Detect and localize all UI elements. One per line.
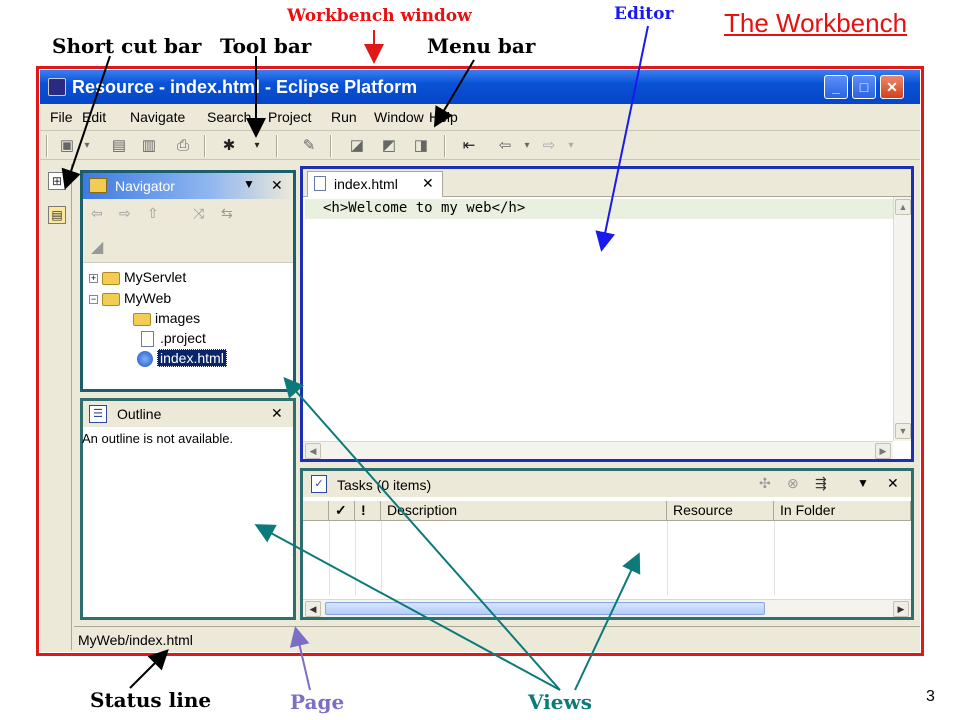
arrow-editor bbox=[595, 25, 649, 252]
arrow-shortcut-bar bbox=[61, 55, 111, 190]
arrow-page bbox=[289, 626, 311, 691]
arrow-status-line bbox=[129, 649, 169, 689]
arrow-menu-bar bbox=[433, 59, 475, 128]
annotation-arrows bbox=[61, 25, 649, 691]
arrow-views-navigator bbox=[283, 377, 561, 691]
arrow-views-tasks bbox=[574, 552, 641, 691]
